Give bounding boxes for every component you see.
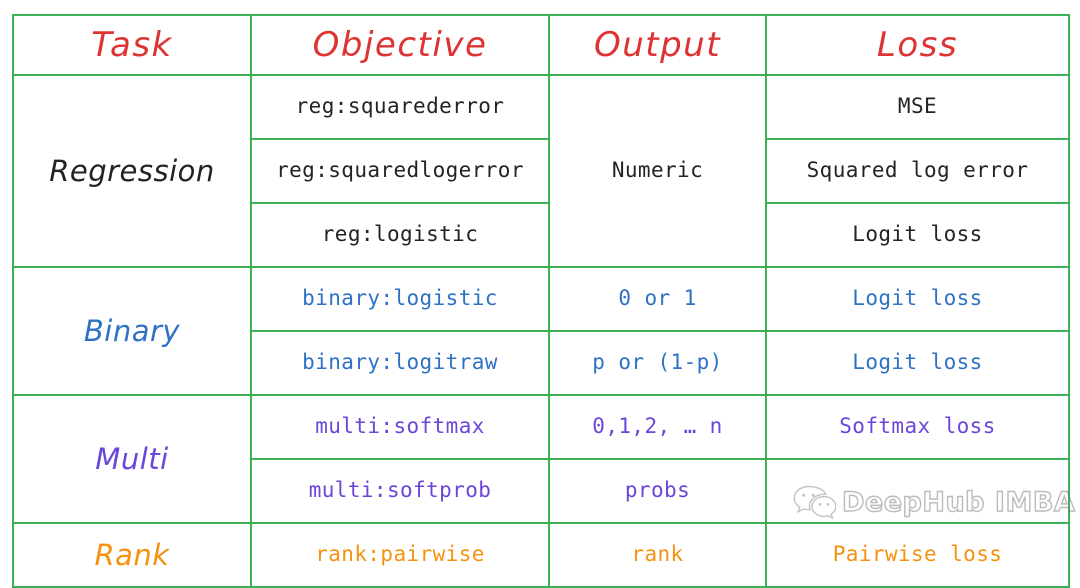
column-header-loss: Loss — [765, 14, 1070, 76]
objective-cell: reg:squaredlogerror — [250, 138, 550, 204]
objective-reference-sheet: Task Objective Output Loss Regression re… — [0, 0, 1080, 588]
output-cell: probs — [548, 458, 767, 524]
objective-cell: multi:softmax — [250, 394, 550, 460]
task-cell-rank: Rank — [12, 522, 252, 588]
loss-cell: Softmax loss — [765, 394, 1070, 460]
loss-cell: Logit loss — [765, 266, 1070, 332]
output-cell: rank — [548, 522, 767, 588]
header-row: Task Objective Output Loss — [12, 14, 1070, 76]
column-header-output: Output — [548, 14, 767, 76]
table-row: Regression reg:squarederror Numeric MSE — [12, 74, 1070, 268]
table-body: Regression reg:squarederror Numeric MSE … — [12, 74, 1070, 588]
loss-cell: MSE — [765, 74, 1070, 140]
output-cell-regression: Numeric — [548, 74, 767, 268]
xgboost-objective-table: Task Objective Output Loss Regression re… — [12, 14, 1070, 588]
loss-cell: Squared log error — [765, 138, 1070, 204]
column-header-objective: Objective — [250, 14, 550, 76]
loss-cell: Logit loss — [765, 330, 1070, 396]
loss-cell: Pairwise loss — [765, 522, 1070, 588]
task-cell-regression: Regression — [12, 74, 252, 268]
column-header-task: Task — [12, 14, 252, 76]
objective-cell: binary:logitraw — [250, 330, 550, 396]
loss-cell-empty — [765, 458, 1070, 524]
task-cell-multi: Multi — [12, 394, 252, 524]
objective-cell: reg:squarederror — [250, 74, 550, 140]
table-row: Binary binary:logistic 0 or 1 Logit loss — [12, 266, 1070, 396]
task-cell-binary: Binary — [12, 266, 252, 396]
loss-cell: Logit loss — [765, 202, 1070, 268]
objective-cell: rank:pairwise — [250, 522, 550, 588]
objective-cell: binary:logistic — [250, 266, 550, 332]
objective-cell: reg:logistic — [250, 202, 550, 268]
output-cell: 0 or 1 — [548, 266, 767, 332]
table-row: Rank rank:pairwise rank Pairwise loss — [12, 522, 1070, 588]
objective-cell: multi:softprob — [250, 458, 550, 524]
table-row: Multi multi:softmax 0,1,2, … n Softmax l… — [12, 394, 1070, 524]
output-cell: 0,1,2, … n — [548, 394, 767, 460]
output-cell: p or (1-p) — [548, 330, 767, 396]
table-header: Task Objective Output Loss — [12, 14, 1070, 76]
